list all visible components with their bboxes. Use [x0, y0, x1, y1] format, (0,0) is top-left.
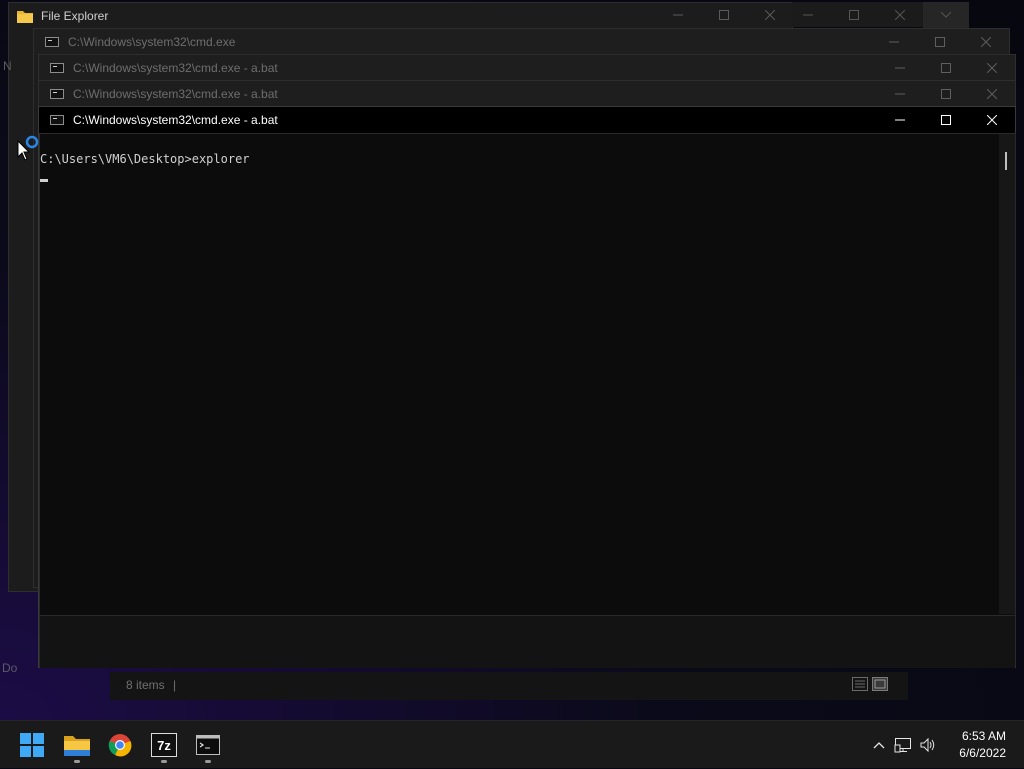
maximize-button[interactable] [923, 81, 969, 107]
close-button[interactable] [969, 81, 1015, 107]
cmd-window-3-titlebar[interactable]: C:\Windows\system32\cmd.exe - a.bat [39, 81, 1015, 107]
maximize-button[interactable] [917, 29, 963, 55]
running-indicator [74, 760, 80, 763]
maximize-button[interactable] [923, 55, 969, 81]
7zip-icon: 7z [151, 733, 177, 757]
maximize-button[interactable] [923, 107, 969, 133]
cmd-window-2-titlebar[interactable]: C:\Windows\system32\cmd.exe - a.bat [39, 55, 1015, 81]
explorer-sidebar-letter: N [3, 59, 12, 73]
terminal-icon [49, 114, 65, 126]
folder-icon [64, 736, 90, 756]
chrome-icon [108, 734, 132, 757]
taskbar-chrome[interactable] [102, 727, 138, 763]
maximize-button[interactable] [831, 2, 877, 28]
clock-time: 6:53 AM [961, 729, 1006, 743]
clock[interactable]: 6:53 AM 6/6/2022 [959, 728, 1006, 762]
running-indicator [161, 760, 167, 763]
status-separator: | [173, 678, 177, 692]
minimize-button[interactable] [785, 2, 831, 28]
details-view-icon[interactable] [852, 677, 868, 696]
cmd-window-1-titlebar[interactable]: C:\Windows\system32\cmd.exe [34, 29, 1009, 55]
console-bottom-pane [40, 615, 1015, 668]
volume-icon[interactable] [916, 737, 940, 753]
taskbar-file-explorer[interactable] [59, 727, 95, 763]
scrollbar-thumb[interactable] [1005, 152, 1007, 170]
start-button[interactable] [14, 727, 50, 763]
cmd-window-3-title: C:\Windows\system32\cmd.exe - a.bat [73, 87, 278, 101]
running-indicator [205, 760, 211, 763]
text-cursor [40, 179, 48, 182]
minimize-button[interactable] [655, 2, 701, 28]
busy-cursor-icon [17, 135, 39, 161]
cmd-window-1-controls [871, 29, 1009, 55]
chevron-up-icon[interactable] [868, 741, 890, 749]
file-explorer-title: File Explorer [41, 9, 109, 23]
windows-logo-icon [20, 733, 44, 757]
close-button[interactable] [963, 29, 1009, 55]
cmd-window-2-controls [877, 55, 1015, 81]
minimize-button[interactable] [871, 29, 917, 55]
taskbar: 7z 6:53 AM 6/6/2022 [0, 720, 1024, 768]
minimize-button[interactable] [877, 55, 923, 81]
large-icons-view-icon[interactable] [872, 677, 888, 696]
cmd-window-3-controls [877, 81, 1015, 107]
7zip-label: 7z [157, 737, 171, 753]
minimize-button[interactable] [877, 107, 923, 133]
terminal-icon [44, 36, 60, 48]
cmd-window-active-title: C:\Windows\system32\cmd.exe - a.bat [73, 113, 278, 127]
vertical-scrollbar[interactable] [999, 134, 1015, 614]
cmd-window-2-title: C:\Windows\system32\cmd.exe - a.bat [73, 61, 278, 75]
clock-date: 6/6/2022 [959, 746, 1006, 760]
terminal-icon [49, 62, 65, 74]
file-explorer-controls [655, 2, 793, 28]
maximize-button[interactable] [701, 2, 747, 28]
close-button[interactable] [877, 2, 923, 28]
network-icon[interactable] [890, 737, 916, 753]
system-tray [868, 721, 940, 769]
console-output[interactable]: C:\Users\VM6\Desktop>explorer [39, 133, 1016, 668]
minimize-button[interactable] [877, 81, 923, 107]
close-button[interactable] [969, 55, 1015, 81]
terminal-icon [196, 735, 220, 755]
cmd-window-active-controls [877, 107, 1015, 133]
background-window-controls [785, 2, 969, 28]
cmd-window-active-titlebar[interactable]: C:\Windows\system32\cmd.exe - a.bat [39, 107, 1015, 133]
taskbar-command-prompt[interactable] [190, 727, 226, 763]
folder-icon [17, 10, 33, 23]
desktop-icon-label[interactable]: Do [2, 661, 17, 675]
taskbar-7zip[interactable]: 7z [146, 727, 182, 763]
close-button[interactable] [969, 107, 1015, 133]
explorer-status-bar: 8 items | [110, 672, 908, 700]
console-line: C:\Users\VM6\Desktop>explorer [40, 152, 250, 166]
cmd-window-1-title: C:\Windows\system32\cmd.exe [68, 35, 236, 49]
chevron-down-icon[interactable] [923, 2, 969, 28]
terminal-icon [49, 88, 65, 100]
view-toggle [852, 677, 888, 696]
item-count: 8 items [126, 678, 165, 692]
